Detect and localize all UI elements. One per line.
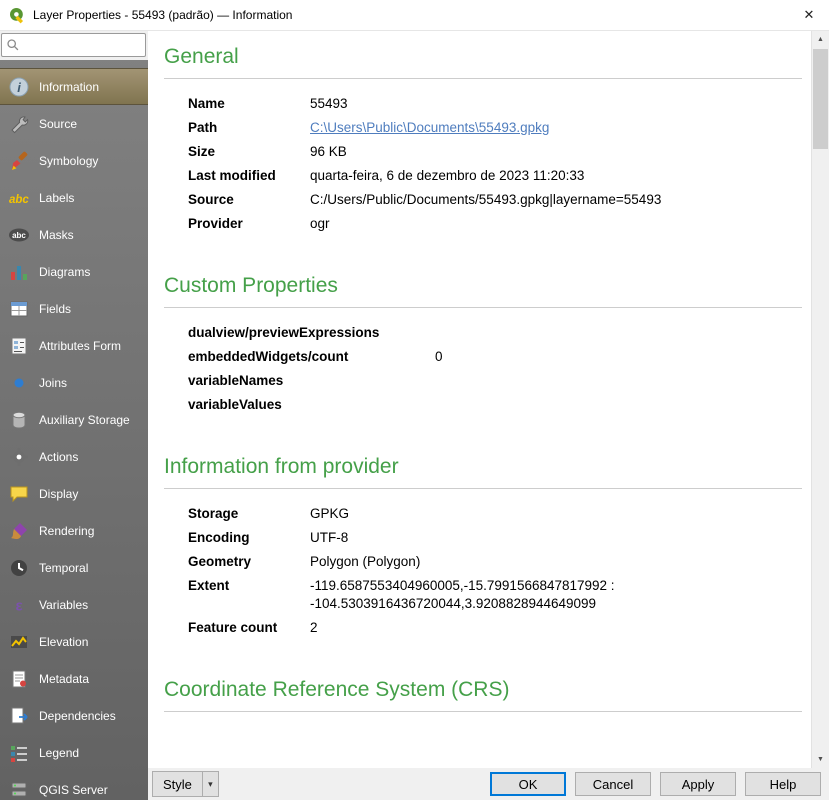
cancel-button[interactable]: Cancel: [575, 772, 651, 796]
content-scrollbar[interactable]: ▲ ▼: [811, 31, 829, 768]
style-button[interactable]: Style ▾: [152, 771, 219, 797]
variables-icon: ε: [7, 593, 31, 617]
sidebar-item-information[interactable]: i Information: [0, 68, 148, 105]
section-general: General Name 55493 Path C:\Users\Public\…: [164, 45, 802, 236]
server-icon: [7, 778, 31, 800]
sidebar-item-labels[interactable]: abc Labels: [0, 179, 148, 216]
sidebar-item-metadata[interactable]: Metadata: [0, 660, 148, 697]
sidebar-item-actions[interactable]: Actions: [0, 438, 148, 475]
table-row: Storage GPKG: [188, 502, 802, 526]
divider: [164, 711, 802, 712]
source-icon: [7, 112, 31, 136]
path-link[interactable]: C:\Users\Public\Documents\55493.gpkg: [310, 120, 549, 135]
scrollbar-thumb[interactable]: [813, 49, 828, 149]
ok-button[interactable]: OK: [490, 772, 566, 796]
section-heading-general: General: [164, 45, 802, 69]
dialog-footer: Style ▾ OK Cancel Apply Help: [148, 768, 829, 800]
section-heading-custom-properties: Custom Properties: [164, 274, 802, 298]
table-row: variableNames: [188, 369, 802, 393]
sidebar-item-rendering[interactable]: Rendering: [0, 512, 148, 549]
divider: [164, 488, 802, 489]
section-heading-provider: Information from provider: [164, 455, 802, 479]
sidebar-search-input[interactable]: [24, 37, 141, 53]
sidebar-item-attributes-form[interactable]: Attributes Form: [0, 327, 148, 364]
layer-properties-window: Layer Properties - 55493 (padrão) — Info…: [0, 0, 829, 800]
table-row: Path C:\Users\Public\Documents\55493.gpk…: [188, 116, 802, 140]
search-icon: [6, 38, 20, 52]
information-panel: General Name 55493 Path C:\Users\Public\…: [148, 31, 812, 768]
table-row: dualview/previewExpressions: [188, 321, 802, 345]
info-icon: i: [7, 75, 31, 99]
svg-text:abc: abc: [12, 231, 26, 240]
sidebar-item-display[interactable]: Display: [0, 475, 148, 512]
table-row: Feature count 2: [188, 616, 802, 640]
section-heading-crs: Coordinate Reference System (CRS): [164, 678, 802, 702]
sidebar-item-temporal[interactable]: Temporal: [0, 549, 148, 586]
section-crs: Coordinate Reference System (CRS): [164, 678, 802, 712]
table-row: Provider ogr: [188, 212, 802, 236]
table-row: Geometry Polygon (Polygon): [188, 550, 802, 574]
metadata-icon: [7, 667, 31, 691]
sidebar-item-qgis-server[interactable]: QGIS Server: [0, 771, 148, 800]
display-icon: [7, 482, 31, 506]
chevron-down-icon[interactable]: ▾: [203, 772, 218, 796]
legend-icon: [7, 741, 31, 765]
help-button[interactable]: Help: [745, 772, 821, 796]
table-row: Encoding UTF-8: [188, 526, 802, 550]
sidebar-item-legend[interactable]: Legend: [0, 734, 148, 771]
table-row: Extent -119.6587553404960005,-15.7991566…: [188, 574, 802, 616]
divider: [164, 307, 802, 308]
svg-text:abc: abc: [9, 194, 29, 206]
fields-icon: [7, 297, 31, 321]
table-row: Last modified quarta-feira, 6 de dezembr…: [188, 164, 802, 188]
actions-icon: [7, 445, 31, 469]
sidebar-nav: i Information Source Symbology: [0, 60, 148, 800]
scroll-up-icon[interactable]: ▲: [812, 31, 829, 48]
masks-icon: abc: [7, 223, 31, 247]
rendering-icon: [7, 519, 31, 543]
scroll-down-icon[interactable]: ▼: [812, 751, 829, 768]
symbology-icon: [7, 149, 31, 173]
section-provider-info: Information from provider Storage GPKG E…: [164, 455, 802, 640]
properties-sidebar: i Information Source Symbology: [0, 31, 148, 800]
apply-button[interactable]: Apply: [660, 772, 736, 796]
table-row: embeddedWidgets/count 0: [188, 345, 802, 369]
temporal-icon: [7, 556, 31, 580]
sidebar-item-auxiliary-storage[interactable]: Auxiliary Storage: [0, 401, 148, 438]
sidebar-item-masks[interactable]: abc Masks: [0, 216, 148, 253]
auxiliary-storage-icon: [7, 408, 31, 432]
section-custom-properties: Custom Properties dualview/previewExpres…: [164, 274, 802, 417]
attributes-form-icon: [7, 334, 31, 358]
sidebar-search: [1, 33, 146, 57]
svg-text:ε: ε: [15, 597, 22, 614]
qgis-logo-icon: [8, 6, 26, 24]
sidebar-item-fields[interactable]: Fields: [0, 290, 148, 327]
svg-text:i: i: [17, 80, 21, 95]
diagrams-icon: [7, 260, 31, 284]
dependencies-icon: [7, 704, 31, 728]
sidebar-item-symbology[interactable]: Symbology: [0, 142, 148, 179]
table-row: Source C:/Users/Public/Documents/55493.g…: [188, 188, 802, 212]
elevation-icon: [7, 630, 31, 654]
joins-icon: [7, 371, 31, 395]
labels-icon: abc: [7, 186, 31, 210]
window-title: Layer Properties - 55493 (padrão) — Info…: [33, 8, 292, 22]
sidebar-item-variables[interactable]: ε Variables: [0, 586, 148, 623]
sidebar-item-joins[interactable]: Joins: [0, 364, 148, 401]
sidebar-item-source[interactable]: Source: [0, 105, 148, 142]
table-row: variableValues: [188, 393, 802, 417]
divider: [164, 78, 802, 79]
titlebar: Layer Properties - 55493 (padrão) — Info…: [0, 0, 829, 31]
close-icon[interactable]: ✕: [789, 0, 829, 30]
sidebar-item-elevation[interactable]: Elevation: [0, 623, 148, 660]
sidebar-item-diagrams[interactable]: Diagrams: [0, 253, 148, 290]
table-row: Size 96 KB: [188, 140, 802, 164]
sidebar-item-dependencies[interactable]: Dependencies: [0, 697, 148, 734]
table-row: Name 55493: [188, 92, 802, 116]
